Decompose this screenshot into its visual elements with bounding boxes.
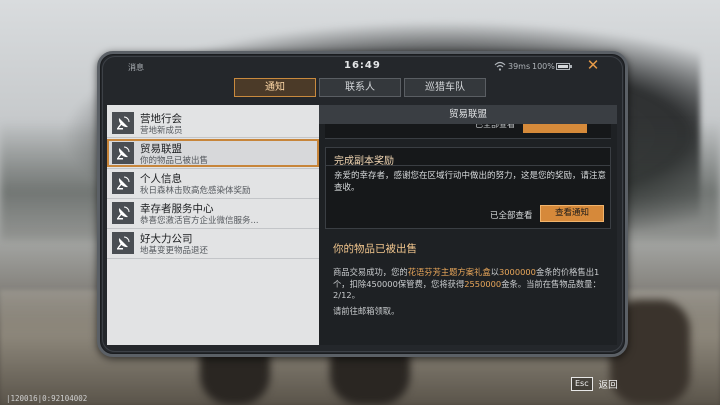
list-item-survivor-service[interactable]: 幸存者服务中心 恭喜您激活官方企业微信服务... — [107, 199, 319, 227]
tab-notifications[interactable]: 通知 — [234, 78, 316, 97]
tab-bar: 通知 联系人 巡猎车队 — [234, 78, 486, 98]
back-button[interactable]: Esc 返回 — [571, 377, 618, 391]
back-label: 返回 — [598, 380, 618, 391]
tab-contacts[interactable]: 联系人 — [319, 78, 401, 97]
list-item-subtitle: 恭喜您激活官方企业微信服务... — [140, 216, 259, 226]
list-item-trade-alliance[interactable]: 贸易联盟 你的物品已被出售 — [107, 139, 319, 167]
list-item-subtitle: 你的物品已被出售 — [140, 156, 209, 166]
battery-percent: 100% — [532, 62, 555, 71]
sale-price: 3000000 — [498, 267, 536, 277]
view-notification-button[interactable] — [523, 124, 587, 133]
status-bar: 消息 16:49 39ms 100% — [100, 60, 625, 74]
read-all-link[interactable]: 已全部查看 — [475, 124, 515, 130]
divider — [326, 165, 610, 166]
message-detail-panel: 贸易联盟 已全部查看 完成副本奖励 亲爱的幸存者，感谢您在区域行动中做出的努力，… — [319, 105, 617, 345]
session-id: |120016|0:92104002 — [6, 394, 88, 403]
divider — [107, 137, 319, 138]
satellite-dish-icon — [112, 112, 134, 134]
clock: 16:49 — [344, 60, 381, 71]
divider — [107, 258, 319, 259]
list-item-personal-info[interactable]: 个人信息 秋日森林击败高危感染体奖励 — [107, 169, 319, 197]
tab-hunting-convoy[interactable]: 巡猎车队 — [404, 78, 486, 97]
battery-icon — [556, 63, 572, 70]
ping-readout: 39ms — [508, 62, 531, 71]
message-title: 你的物品已被出售 — [333, 243, 417, 255]
satellite-dish-icon — [112, 232, 134, 254]
list-item-camp-guild[interactable]: 营地行会 营地新成员 — [107, 109, 319, 137]
detail-header: 贸易联盟 — [319, 105, 617, 124]
message-body: 商品交易成功，您的花语芬芳主题方案礼盒以3000000金条的价格售出1个，扣除4… — [333, 267, 609, 302]
wifi-icon — [494, 61, 506, 71]
sender-list: 营地行会 营地新成员 贸易联盟 你的物品已被出售 个人信息 秋日森林击败高危感染… — [107, 105, 319, 345]
satellite-dish-icon — [112, 202, 134, 224]
item-name: 花语芬芳主题方案礼盒 — [407, 267, 491, 277]
message-text: 以 — [490, 267, 499, 277]
message-footer: 请前往邮箱领取。 — [333, 306, 400, 316]
message-device-panel: 消息 16:49 39ms 100% ✕ 通知 联系人 巡猎车队 营地行会 营地… — [97, 51, 628, 357]
earned-amount: 2550000 — [464, 278, 502, 289]
esc-key-icon: Esc — [571, 377, 593, 391]
notification-card: 完成副本奖励 亲爱的幸存者，感谢您在区域行动中做出的努力，这是您的奖励，请注意查… — [325, 147, 611, 229]
satellite-dish-icon — [112, 172, 134, 194]
list-item-haodali-company[interactable]: 好大力公司 地基变更物品退还 — [107, 229, 319, 257]
satellite-dish-icon — [112, 142, 134, 164]
message-text: 商品交易成功，您的 — [333, 267, 408, 277]
list-item-subtitle: 地基变更物品退还 — [140, 246, 209, 256]
read-all-link[interactable]: 已全部查看 — [490, 209, 533, 221]
close-icon[interactable]: ✕ — [585, 57, 601, 73]
list-item-subtitle: 营地新成员 — [140, 126, 183, 136]
messages-label: 消息 — [128, 63, 144, 72]
card-body: 亲爱的幸存者，感谢您在区域行动中做出的努力，这是您的奖励，请注意查收。 — [334, 171, 607, 193]
view-notification-button[interactable]: 查看通知 — [540, 205, 604, 222]
previous-notification-card: 已全部查看 — [325, 124, 611, 139]
list-item-subtitle: 秋日森林击败高危感染体奖励 — [140, 186, 251, 196]
